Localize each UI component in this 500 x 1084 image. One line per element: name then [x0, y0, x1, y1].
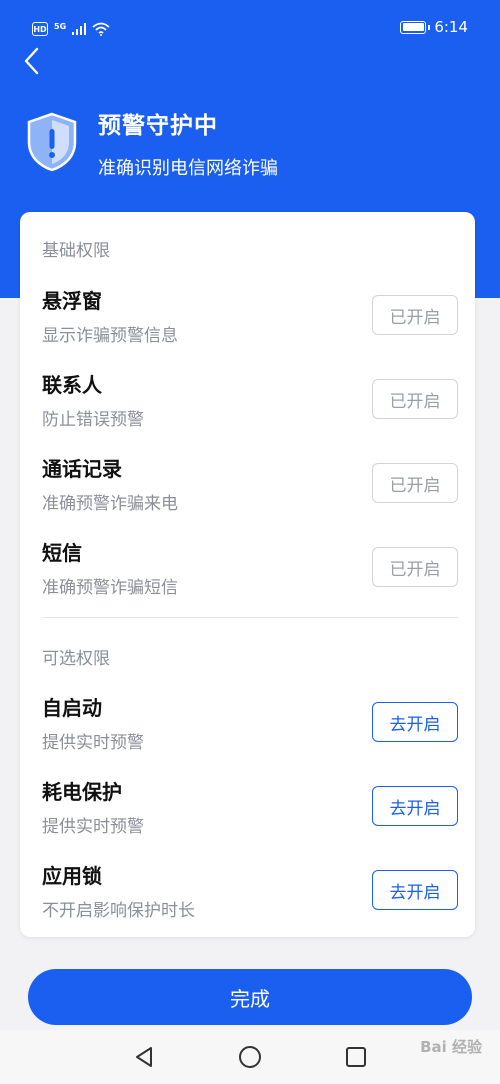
permission-desc: 显示诈骗预警信息 [42, 326, 178, 346]
triangle-back-icon [136, 1047, 152, 1067]
nav-recent-button[interactable] [339, 1040, 373, 1074]
battery-level [402, 23, 424, 31]
permission-name: 联系人 [42, 373, 102, 397]
wifi-icon [92, 22, 110, 36]
permission-name: 自启动 [42, 696, 102, 720]
watermark: Bai 经验 [420, 1038, 482, 1056]
permission-desc: 准确预警诈骗来电 [42, 494, 178, 514]
enable-button[interactable]: 去开启 [372, 786, 458, 826]
network-type: 5G [54, 21, 67, 31]
done-button[interactable]: 完成 [28, 969, 472, 1025]
screen: HD 5G 6:14 预警守护中 准确识别电信网络诈骗 基础权限 悬浮窗 显示诈… [0, 0, 500, 1084]
permission-item-call-log: 通话记录 准确预警诈骗来电 已开启 [20, 453, 475, 533]
permission-name: 短信 [42, 541, 82, 565]
permission-desc: 防止错误预警 [42, 410, 144, 430]
nav-back-button[interactable] [127, 1040, 161, 1074]
enabled-button[interactable]: 已开启 [372, 379, 458, 419]
permissions-card: 基础权限 悬浮窗 显示诈骗预警信息 已开启 联系人 防止错误预警 已开启 通话记… [20, 212, 475, 937]
back-button[interactable] [14, 44, 48, 78]
status-right: 6:14 [400, 18, 468, 36]
circle-home-icon [239, 1046, 261, 1068]
permission-item-app-lock: 应用锁 不开启影响保护时长 去开启 [20, 860, 475, 940]
enabled-button[interactable]: 已开启 [372, 463, 458, 503]
section-divider [42, 617, 458, 618]
shield-alert-icon [27, 112, 77, 172]
battery-icon [400, 20, 431, 34]
signal-icon [72, 23, 87, 35]
permission-name: 通话记录 [42, 457, 122, 481]
permission-item-autostart: 自启动 提供实时预警 去开启 [20, 692, 475, 772]
enabled-button[interactable]: 已开启 [372, 547, 458, 587]
permission-desc: 提供实时预警 [42, 733, 144, 753]
permission-desc: 不开启影响保护时长 [42, 901, 195, 921]
hd-badge: HD [32, 22, 48, 36]
nav-home-button[interactable] [233, 1040, 267, 1074]
permission-item-floating-window: 悬浮窗 显示诈骗预警信息 已开启 [20, 285, 475, 365]
permission-desc: 提供实时预警 [42, 817, 144, 837]
status-left: HD 5G [32, 19, 110, 39]
enable-button[interactable]: 去开启 [372, 870, 458, 910]
enable-button[interactable]: 去开启 [372, 702, 458, 742]
chevron-left-icon [24, 47, 39, 75]
status-bar: HD 5G 6:14 [0, 0, 500, 56]
status-time: 6:14 [434, 18, 468, 36]
permission-name: 应用锁 [42, 864, 102, 888]
page-subtitle: 准确识别电信网络诈骗 [98, 158, 278, 179]
optional-section-title: 可选权限 [42, 649, 110, 669]
page-title: 预警守护中 [98, 113, 218, 139]
square-recent-icon [346, 1047, 366, 1067]
permission-name: 悬浮窗 [42, 289, 102, 313]
basic-section-title: 基础权限 [42, 241, 110, 261]
permission-name: 耗电保护 [42, 780, 122, 804]
permission-item-sms: 短信 准确预警诈骗短信 已开启 [20, 537, 475, 617]
permission-item-contacts: 联系人 防止错误预警 已开启 [20, 369, 475, 449]
permission-desc: 准确预警诈骗短信 [42, 578, 178, 598]
enabled-button[interactable]: 已开启 [372, 295, 458, 335]
permission-item-battery-protection: 耗电保护 提供实时预警 去开启 [20, 776, 475, 856]
